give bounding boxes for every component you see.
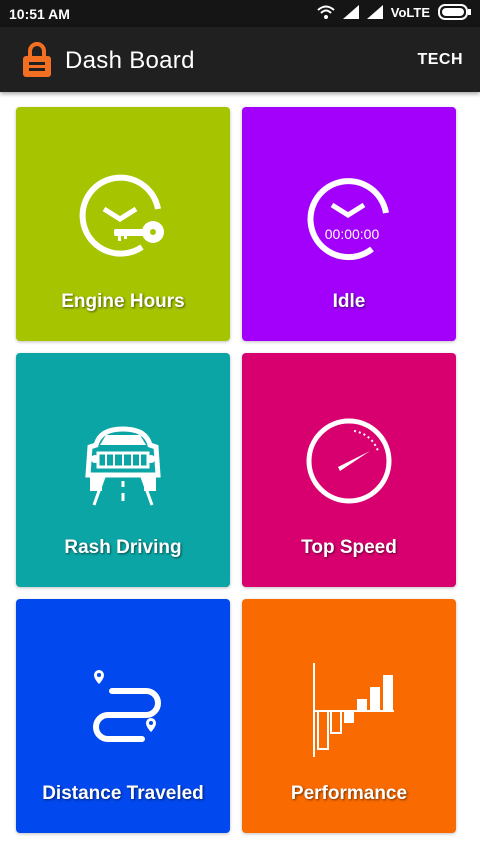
wifi-icon xyxy=(317,5,335,19)
signal-icon xyxy=(342,5,359,19)
status-time: 10:51 AM xyxy=(9,6,70,22)
route-icon xyxy=(93,670,161,742)
tile-idle[interactable]: 00:00:00 Idle xyxy=(242,107,456,341)
speedometer-icon xyxy=(306,418,392,504)
tile-performance[interactable]: Performance xyxy=(242,599,456,833)
tile-distance-traveled[interactable]: Distance Traveled xyxy=(16,599,230,833)
car-icon xyxy=(85,426,161,506)
battery-icon xyxy=(438,4,471,20)
tile-label: Idle xyxy=(332,291,366,312)
tile-label: Engine Hours xyxy=(61,291,185,312)
tile-label: Performance xyxy=(290,783,408,804)
clock-key-icon xyxy=(79,174,164,257)
tech-button[interactable]: TECH xyxy=(417,51,463,69)
tile-label: Distance Traveled xyxy=(42,783,204,804)
page-title: Dash Board xyxy=(65,47,195,74)
tile-label: Top Speed xyxy=(301,537,397,558)
lock-logo-icon xyxy=(23,42,51,77)
signal-icon xyxy=(366,5,383,19)
tile-top-speed[interactable]: Top Speed xyxy=(242,353,456,587)
tile-engine-hours[interactable]: Engine Hours xyxy=(16,107,230,341)
status-bar: 10:51 AM VoLTE xyxy=(0,0,480,27)
status-icons: VoLTE xyxy=(317,4,472,20)
bar-chart-icon xyxy=(313,663,394,757)
timer-text: 00:00:00 xyxy=(325,226,380,242)
tile-rash-driving[interactable]: Rash Driving xyxy=(16,353,230,587)
network-label: VoLTE xyxy=(390,4,430,20)
tile-label: Rash Driving xyxy=(64,537,182,558)
dashboard-grid: Engine Hours 00:00:00 Idle Rash Driving … xyxy=(16,107,456,833)
timer-icon: 00:00:00 xyxy=(307,178,389,261)
app-bar: Dash Board TECH xyxy=(0,27,480,92)
